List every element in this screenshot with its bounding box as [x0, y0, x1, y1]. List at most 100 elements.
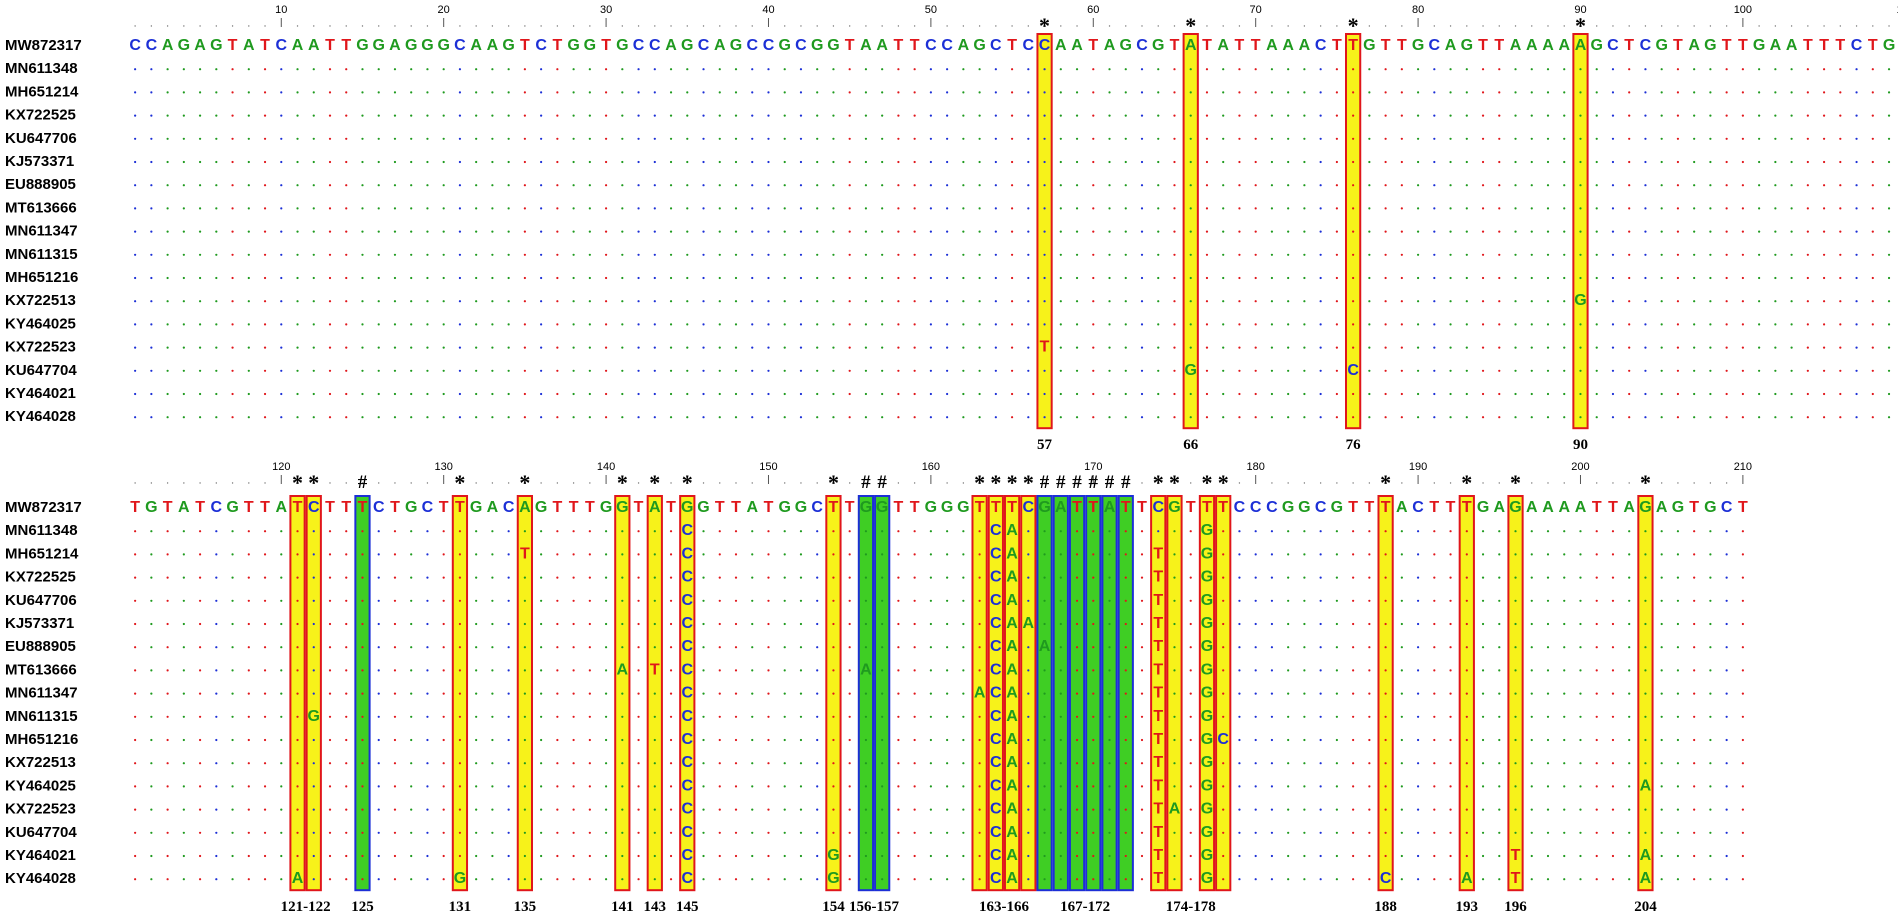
identity-dot — [832, 692, 835, 695]
identity-dot — [1189, 576, 1192, 579]
identity-dot — [653, 854, 656, 858]
identity-dot — [1352, 207, 1355, 210]
identity-dot — [718, 785, 721, 788]
identity-dot — [946, 416, 949, 419]
identity-dot — [604, 808, 608, 811]
reference-base: C — [763, 37, 775, 54]
identity-dot — [1140, 68, 1144, 71]
identity-dot — [1352, 854, 1355, 858]
identity-dot — [1416, 738, 1420, 742]
identity-dot — [1287, 622, 1290, 626]
identity-dot — [1205, 300, 1209, 303]
identity-dot — [1043, 392, 1046, 396]
identity-dot — [1319, 831, 1322, 834]
identity-dot — [198, 300, 202, 303]
identity-dot — [345, 230, 348, 233]
identity-dot — [150, 276, 153, 280]
snp-marker: * — [1007, 470, 1018, 495]
identity-dot — [556, 646, 559, 649]
identity-dot — [426, 831, 429, 834]
identity-dot — [913, 530, 916, 533]
ruler-label: 190 — [1409, 461, 1427, 473]
identity-dot — [1790, 68, 1793, 71]
reference-base: A — [1770, 37, 1782, 54]
identity-dot — [475, 530, 478, 533]
identity-dot — [215, 300, 218, 303]
identity-dot — [1335, 114, 1338, 117]
identity-dot — [134, 369, 137, 372]
identity-dot — [1108, 808, 1111, 811]
identity-dot — [1222, 553, 1225, 556]
identity-dot — [215, 68, 218, 71]
identity-dot — [523, 137, 526, 140]
identity-dot — [1222, 762, 1225, 765]
ruler-dot — [1336, 482, 1338, 484]
identity-dot — [1563, 207, 1566, 210]
reference-base: T — [991, 499, 1001, 516]
ruler-dot — [1693, 482, 1695, 484]
identity-dot — [1595, 808, 1598, 811]
identity-dot — [1887, 114, 1891, 117]
identity-dot — [799, 300, 803, 303]
identity-dot — [166, 137, 169, 140]
identity-dot — [604, 878, 608, 881]
identity-dot — [669, 253, 673, 256]
identity-dot — [1287, 762, 1290, 765]
identity-dot — [1319, 253, 1322, 256]
identity-dot — [263, 276, 267, 280]
identity-dot — [978, 576, 981, 579]
identity-dot — [442, 692, 445, 695]
identity-dot — [1238, 91, 1241, 94]
identity-dot — [1173, 785, 1176, 788]
identity-dot — [1270, 160, 1274, 164]
identity-dot — [621, 646, 624, 649]
identity-dot — [247, 369, 250, 372]
identity-dot — [978, 68, 981, 71]
identity-dot — [767, 530, 770, 533]
identity-dot — [913, 785, 916, 788]
identity-dot — [929, 346, 932, 349]
identity-dot — [962, 416, 965, 419]
identity-dot — [767, 68, 770, 71]
identity-dot — [1758, 323, 1761, 326]
identity-dot — [1124, 646, 1127, 649]
identity-dot — [621, 230, 624, 233]
identity-dot — [1579, 785, 1582, 788]
identity-dot — [718, 530, 721, 533]
reference-base: G — [405, 37, 417, 54]
identity-dot — [1725, 622, 1728, 626]
identity-dot — [393, 738, 397, 742]
reference-base: A — [1104, 499, 1116, 516]
identity-dot — [1806, 276, 1809, 280]
variant-base: T — [650, 661, 660, 678]
identity-dot — [458, 530, 462, 533]
identity-dot — [426, 91, 429, 94]
ruler-label: 70 — [1250, 4, 1262, 16]
identity-dot — [198, 68, 202, 71]
reference-base: T — [1348, 37, 1358, 54]
identity-dot — [442, 622, 445, 626]
reference-base: T — [1137, 499, 1147, 516]
reference-base: G — [1672, 499, 1684, 516]
identity-dot — [1189, 184, 1192, 187]
identity-dot — [540, 785, 543, 788]
identity-dot — [507, 91, 510, 94]
identity-dot — [280, 369, 283, 372]
identity-dot — [1530, 576, 1533, 579]
identity-dot — [767, 160, 770, 164]
identity-dot — [458, 831, 462, 834]
position-label: 125 — [351, 899, 374, 915]
sequence-name: KY464025 — [5, 777, 76, 794]
identity-dot — [1075, 646, 1079, 649]
identity-dot — [1514, 137, 1517, 140]
snp-marker: * — [990, 470, 1001, 495]
identity-dot — [1400, 300, 1403, 303]
identity-dot — [491, 276, 494, 280]
identity-dot — [1303, 300, 1306, 303]
reference-base: A — [1575, 37, 1587, 54]
identity-dot — [751, 416, 754, 419]
identity-dot — [1546, 346, 1550, 349]
identity-dot — [1693, 878, 1696, 881]
identity-dot — [198, 599, 202, 602]
identity-dot — [669, 369, 673, 372]
